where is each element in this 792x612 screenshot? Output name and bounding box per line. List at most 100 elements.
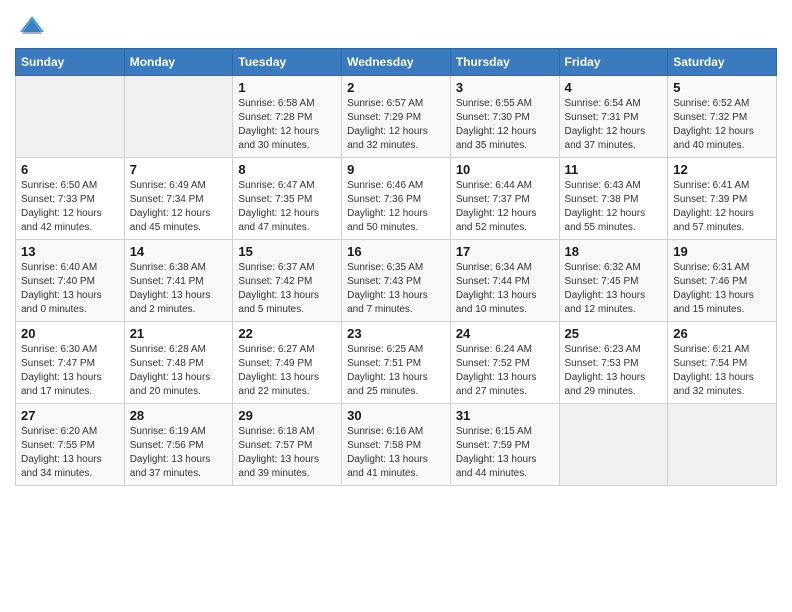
calendar-week-4: 27 Sunrise: 6:20 AM Sunset: 7:55 PM Dayli…: [16, 404, 777, 486]
day-info: Sunrise: 6:35 AM Sunset: 7:43 PM Dayligh…: [347, 261, 445, 317]
day-number: 25: [565, 326, 663, 341]
day-info: Sunrise: 6:30 AM Sunset: 7:47 PM Dayligh…: [21, 343, 119, 399]
day-info: Sunrise: 6:25 AM Sunset: 7:51 PM Dayligh…: [347, 343, 445, 399]
day-info: Sunrise: 6:49 AM Sunset: 7:34 PM Dayligh…: [130, 179, 228, 235]
calendar-cell: 24 Sunrise: 6:24 AM Sunset: 7:52 PM Dayli…: [450, 322, 559, 404]
weekday-header-thursday: Thursday: [450, 49, 559, 76]
day-number: 4: [565, 80, 663, 95]
day-number: 1: [238, 80, 336, 95]
calendar-cell: 20 Sunrise: 6:30 AM Sunset: 7:47 PM Dayli…: [16, 322, 125, 404]
calendar-cell: [16, 76, 125, 158]
day-number: 7: [130, 162, 228, 177]
calendar-cell: 18 Sunrise: 6:32 AM Sunset: 7:45 PM Dayli…: [559, 240, 668, 322]
day-info: Sunrise: 6:18 AM Sunset: 7:57 PM Dayligh…: [238, 425, 336, 481]
calendar-cell: 26 Sunrise: 6:21 AM Sunset: 7:54 PM Dayli…: [668, 322, 777, 404]
calendar-week-3: 20 Sunrise: 6:30 AM Sunset: 7:47 PM Dayli…: [16, 322, 777, 404]
calendar-cell: 11 Sunrise: 6:43 AM Sunset: 7:38 PM Dayli…: [559, 158, 668, 240]
calendar-cell: 25 Sunrise: 6:23 AM Sunset: 7:53 PM Dayli…: [559, 322, 668, 404]
day-info: Sunrise: 6:15 AM Sunset: 7:59 PM Dayligh…: [456, 425, 554, 481]
day-info: Sunrise: 6:32 AM Sunset: 7:45 PM Dayligh…: [565, 261, 663, 317]
calendar-cell: 6 Sunrise: 6:50 AM Sunset: 7:33 PM Daylig…: [16, 158, 125, 240]
day-number: 10: [456, 162, 554, 177]
logo-icon: [18, 12, 46, 40]
calendar-cell: 14 Sunrise: 6:38 AM Sunset: 7:41 PM Dayli…: [124, 240, 233, 322]
calendar-week-2: 13 Sunrise: 6:40 AM Sunset: 7:40 PM Dayli…: [16, 240, 777, 322]
calendar-cell: 28 Sunrise: 6:19 AM Sunset: 7:56 PM Dayli…: [124, 404, 233, 486]
calendar-cell: 23Sunrise: 6:25 AM Sunset: 7:51 PM Dayli…: [342, 322, 451, 404]
weekday-header-saturday: Saturday: [668, 49, 777, 76]
calendar-week-0: 1Sunrise: 6:58 AM Sunset: 7:28 PM Daylig…: [16, 76, 777, 158]
day-number: 28: [130, 408, 228, 423]
calendar-table: SundayMondayTuesdayWednesdayThursdayFrid…: [15, 48, 777, 486]
calendar-header: SundayMondayTuesdayWednesdayThursdayFrid…: [16, 49, 777, 76]
weekday-header-sunday: Sunday: [16, 49, 125, 76]
header: [15, 10, 777, 40]
day-number: 22: [238, 326, 336, 341]
calendar-cell: [124, 76, 233, 158]
weekday-header-monday: Monday: [124, 49, 233, 76]
day-info: Sunrise: 6:44 AM Sunset: 7:37 PM Dayligh…: [456, 179, 554, 235]
day-info: Sunrise: 6:28 AM Sunset: 7:48 PM Dayligh…: [130, 343, 228, 399]
day-number: 17: [456, 244, 554, 259]
weekday-header-tuesday: Tuesday: [233, 49, 342, 76]
day-info: Sunrise: 6:34 AM Sunset: 7:44 PM Dayligh…: [456, 261, 554, 317]
day-info: Sunrise: 6:47 AM Sunset: 7:35 PM Dayligh…: [238, 179, 336, 235]
day-info: Sunrise: 6:23 AM Sunset: 7:53 PM Dayligh…: [565, 343, 663, 399]
day-info: Sunrise: 6:19 AM Sunset: 7:56 PM Dayligh…: [130, 425, 228, 481]
calendar-cell: [559, 404, 668, 486]
day-info: Sunrise: 6:38 AM Sunset: 7:41 PM Dayligh…: [130, 261, 228, 317]
calendar-cell: 15Sunrise: 6:37 AM Sunset: 7:42 PM Dayli…: [233, 240, 342, 322]
day-number: 13: [21, 244, 119, 259]
calendar-body: 1Sunrise: 6:58 AM Sunset: 7:28 PM Daylig…: [16, 76, 777, 486]
calendar-cell: 1Sunrise: 6:58 AM Sunset: 7:28 PM Daylig…: [233, 76, 342, 158]
day-info: Sunrise: 6:50 AM Sunset: 7:33 PM Dayligh…: [21, 179, 119, 235]
weekday-header-wednesday: Wednesday: [342, 49, 451, 76]
day-info: Sunrise: 6:41 AM Sunset: 7:39 PM Dayligh…: [673, 179, 771, 235]
day-info: Sunrise: 6:21 AM Sunset: 7:54 PM Dayligh…: [673, 343, 771, 399]
weekday-header-row: SundayMondayTuesdayWednesdayThursdayFrid…: [16, 49, 777, 76]
calendar-cell: 7 Sunrise: 6:49 AM Sunset: 7:34 PM Daylig…: [124, 158, 233, 240]
calendar-cell: 22 Sunrise: 6:27 AM Sunset: 7:49 PM Dayli…: [233, 322, 342, 404]
day-info: Sunrise: 6:55 AM Sunset: 7:30 PM Dayligh…: [456, 97, 554, 153]
calendar-cell: 27 Sunrise: 6:20 AM Sunset: 7:55 PM Dayli…: [16, 404, 125, 486]
day-info: Sunrise: 6:20 AM Sunset: 7:55 PM Dayligh…: [21, 425, 119, 481]
weekday-header-friday: Friday: [559, 49, 668, 76]
day-number: 12: [673, 162, 771, 177]
day-number: 9: [347, 162, 445, 177]
day-number: 24: [456, 326, 554, 341]
calendar-cell: 2 Sunrise: 6:57 AM Sunset: 7:29 PM Daylig…: [342, 76, 451, 158]
calendar-cell: 9 Sunrise: 6:46 AM Sunset: 7:36 PM Daylig…: [342, 158, 451, 240]
calendar-cell: 4 Sunrise: 6:54 AM Sunset: 7:31 PM Daylig…: [559, 76, 668, 158]
day-number: 20: [21, 326, 119, 341]
calendar-cell: 17 Sunrise: 6:34 AM Sunset: 7:44 PM Dayli…: [450, 240, 559, 322]
day-info: Sunrise: 6:43 AM Sunset: 7:38 PM Dayligh…: [565, 179, 663, 235]
day-number: 16: [347, 244, 445, 259]
calendar-cell: 10 Sunrise: 6:44 AM Sunset: 7:37 PM Dayli…: [450, 158, 559, 240]
day-info: Sunrise: 6:40 AM Sunset: 7:40 PM Dayligh…: [21, 261, 119, 317]
day-number: 27: [21, 408, 119, 423]
day-info: Sunrise: 6:16 AM Sunset: 7:58 PM Dayligh…: [347, 425, 445, 481]
day-number: 18: [565, 244, 663, 259]
day-info: Sunrise: 6:46 AM Sunset: 7:36 PM Dayligh…: [347, 179, 445, 235]
day-info: Sunrise: 6:31 AM Sunset: 7:46 PM Dayligh…: [673, 261, 771, 317]
day-number: 14: [130, 244, 228, 259]
day-info: Sunrise: 6:54 AM Sunset: 7:31 PM Dayligh…: [565, 97, 663, 153]
calendar-cell: 16 Sunrise: 6:35 AM Sunset: 7:43 PM Dayli…: [342, 240, 451, 322]
logo: [15, 16, 46, 40]
day-number: 30: [347, 408, 445, 423]
day-info: Sunrise: 6:24 AM Sunset: 7:52 PM Dayligh…: [456, 343, 554, 399]
day-info: Sunrise: 6:27 AM Sunset: 7:49 PM Dayligh…: [238, 343, 336, 399]
calendar-cell: 29Sunrise: 6:18 AM Sunset: 7:57 PM Dayli…: [233, 404, 342, 486]
day-number: 2: [347, 80, 445, 95]
day-number: 21: [130, 326, 228, 341]
day-number: 26: [673, 326, 771, 341]
calendar-cell: 30 Sunrise: 6:16 AM Sunset: 7:58 PM Dayli…: [342, 404, 451, 486]
day-number: 11: [565, 162, 663, 177]
calendar-cell: 21 Sunrise: 6:28 AM Sunset: 7:48 PM Dayli…: [124, 322, 233, 404]
day-number: 6: [21, 162, 119, 177]
day-info: Sunrise: 6:57 AM Sunset: 7:29 PM Dayligh…: [347, 97, 445, 153]
calendar-cell: [668, 404, 777, 486]
calendar-cell: 31Sunrise: 6:15 AM Sunset: 7:59 PM Dayli…: [450, 404, 559, 486]
calendar-cell: 3 Sunrise: 6:55 AM Sunset: 7:30 PM Daylig…: [450, 76, 559, 158]
day-number: 3: [456, 80, 554, 95]
